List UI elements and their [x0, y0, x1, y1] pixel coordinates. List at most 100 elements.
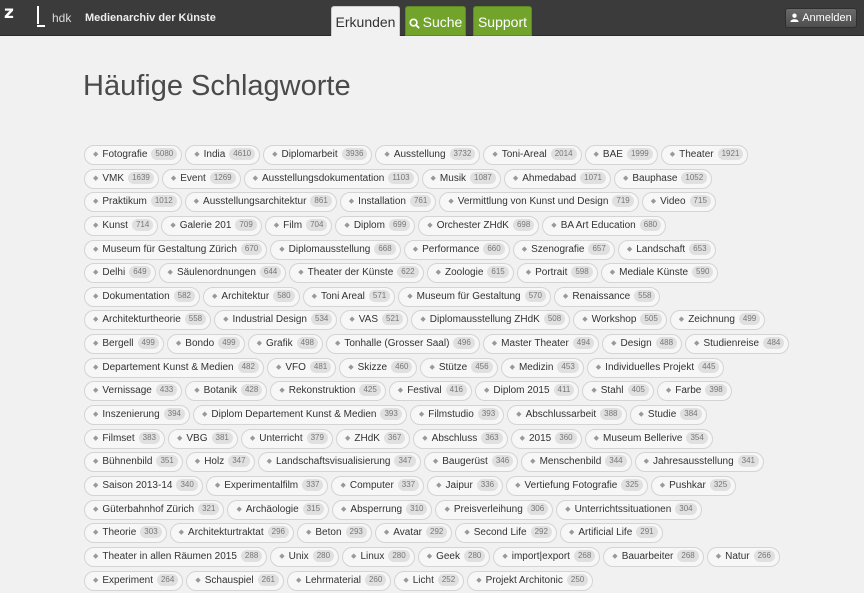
tag-link[interactable]: ◆ Holz 347 [185, 452, 255, 473]
tag-link[interactable]: ◆ Architekturtheorie 558 [84, 310, 212, 331]
tag-link[interactable]: ◆ Galerie 201 709 [161, 215, 262, 236]
tag-link[interactable]: ◆ Unix 280 [270, 546, 340, 567]
tag-link[interactable]: ◆ Museum Bellerive 354 [584, 428, 713, 449]
tag-link[interactable]: ◆ Theater der Künste 622 [289, 263, 424, 284]
tag-link[interactable]: ◆ Bondo 499 [166, 334, 245, 355]
tag-link[interactable]: ◆ Absperrung 310 [332, 499, 433, 520]
tag-link[interactable]: ◆ Landschaftsvisualisierung 347 [257, 452, 421, 473]
tag-link[interactable]: ◆ Zeichnung 499 [669, 310, 766, 331]
tag-link[interactable]: ◆ Praktikum 1012 [84, 192, 182, 213]
tag-link[interactable]: ◆ Bergell 499 [84, 334, 164, 355]
tag-link[interactable]: ◆ Unterrichtssituationen 304 [556, 499, 702, 520]
tag-link[interactable]: ◆ Architekturtraktat 296 [169, 523, 294, 544]
tag-link[interactable]: ◆ Event 1269 [161, 168, 241, 189]
tag-link[interactable]: ◆ Preisverleihung 306 [435, 499, 554, 520]
tag-link[interactable]: ◆ Bauphase 1052 [613, 168, 713, 189]
tag-link[interactable]: ◆ BA Art Education 680 [542, 215, 667, 236]
tag-link[interactable]: ◆ Skizze 460 [339, 357, 418, 378]
tag-link[interactable]: ◆ Theater 1921 [660, 145, 749, 165]
tag-link[interactable]: ◆ Rekonstruktion 425 [270, 381, 386, 402]
tag-link[interactable]: ◆ Orchester ZHdK 698 [418, 215, 540, 236]
tag-link[interactable]: ◆ Diplom Departement Kunst & Medien 393 [193, 405, 407, 426]
tag-link[interactable]: ◆ Menschenbild 344 [521, 452, 632, 473]
tag-link[interactable]: ◆ Delhi 649 [84, 263, 156, 284]
tag-link[interactable]: ◆ Filmset 383 [84, 428, 165, 449]
tag-link[interactable]: ◆ Jahresausstellung 341 [634, 452, 764, 473]
tag-link[interactable]: ◆ import|export 268 [493, 546, 601, 567]
tag-link[interactable]: ◆ Master Theater 494 [482, 334, 600, 355]
tag-link[interactable]: ◆ Projekt Architonic 250 [467, 570, 594, 591]
tag-link[interactable]: ◆ Diplom 699 [335, 215, 416, 236]
tag-link[interactable]: ◆ Vertiefung Fotografie 325 [506, 475, 648, 496]
tag-link[interactable]: ◆ Säulenordnungen 644 [158, 263, 287, 284]
tag-link[interactable]: ◆ VMK 1639 [84, 168, 159, 189]
tag-link[interactable]: ◆ Linux 280 [342, 546, 415, 567]
tag-link[interactable]: ◆ Saison 2013-14 340 [84, 475, 203, 496]
tag-link[interactable]: ◆ Video 715 [641, 192, 716, 213]
tag-link[interactable]: ◆ Computer 337 [331, 475, 425, 496]
tag-link[interactable]: ◆ Bauarbeiter 268 [603, 546, 704, 567]
tag-link[interactable]: ◆ Diplomarbeit 3936 [263, 145, 373, 165]
tag-link[interactable]: ◆ BAE 1999 [584, 145, 658, 165]
tag-link[interactable]: ◆ Ahmedabad 1071 [503, 168, 611, 189]
tag-link[interactable]: ◆ Zoologie 615 [426, 263, 514, 284]
tag-link[interactable]: ◆ Performance 660 [403, 239, 510, 260]
tag-link[interactable]: ◆ India 4610 [185, 145, 261, 165]
tag-link[interactable]: ◆ Individuelles Projekt 445 [586, 357, 725, 378]
tag-link[interactable]: ◆ Diplomausstellung 668 [270, 239, 401, 260]
tag-link[interactable]: ◆ Avatar 292 [374, 523, 453, 544]
tag-link[interactable]: ◆ VBG 381 [167, 428, 238, 449]
tag-link[interactable]: ◆ Vernissage 433 [84, 381, 183, 402]
tag-link[interactable]: ◆ Ausstellungsdokumentation 1103 [243, 168, 419, 189]
tag-link[interactable]: ◆ Toni-Areal 2014 [483, 145, 582, 165]
tag-link[interactable]: ◆ Festival 416 [388, 381, 472, 402]
login-button[interactable]: Anmelden [785, 8, 857, 28]
tag-link[interactable]: ◆ Portrait 598 [516, 263, 598, 284]
tag-link[interactable]: ◆ Ausstellung 3732 [375, 145, 481, 165]
tag-link[interactable]: ◆ Pushkar 325 [650, 475, 737, 496]
tag-link[interactable]: ◆ Jaipur 336 [427, 475, 504, 496]
tag-link[interactable]: ◆ Botanik 428 [185, 381, 268, 402]
tag-link[interactable]: ◆ Inszenierung 394 [84, 405, 191, 426]
tag-link[interactable]: ◆ Industrial Design 534 [214, 310, 338, 331]
tag-link[interactable]: ◆ Baugerüst 346 [423, 452, 519, 473]
logo-z[interactable]: z [4, 3, 14, 23]
tag-link[interactable]: ◆ Dokumentation 582 [84, 286, 201, 307]
tag-link[interactable]: ◆ Filmstudio 393 [409, 405, 505, 426]
tag-link[interactable]: ◆ ZHdK 367 [335, 428, 411, 449]
tag-link[interactable]: ◆ Departement Kunst & Medien 482 [84, 357, 264, 378]
tag-link[interactable]: ◆ Geek 280 [417, 546, 491, 567]
tag-link[interactable]: ◆ Artificial Life 291 [559, 523, 663, 544]
tag-link[interactable]: ◆ Güterbahnhof Zürich 321 [84, 499, 225, 520]
tag-link[interactable]: ◆ Licht 252 [394, 570, 465, 591]
tag-link[interactable]: ◆ Architektur 580 [203, 286, 300, 307]
tag-link[interactable]: ◆ Musik 1087 [421, 168, 501, 189]
tag-link[interactable]: ◆ Diplomausstellung ZHdK 508 [411, 310, 571, 331]
tag-link[interactable]: ◆ Archäologie 315 [227, 499, 330, 520]
tag-link[interactable]: ◆ Natur 266 [706, 546, 780, 567]
tag-link[interactable]: ◆ VFO 481 [266, 357, 337, 378]
tag-link[interactable]: ◆ Museum für Gestaltung Zürich 670 [84, 239, 268, 260]
tag-link[interactable]: ◆ Schauspiel 261 [186, 570, 284, 591]
tag-link[interactable]: ◆ Mediale Künste 590 [600, 263, 719, 284]
tag-link[interactable]: ◆ Theorie 303 [84, 523, 167, 544]
tag-link[interactable]: ◆ VAS 521 [340, 310, 409, 331]
tag-link[interactable]: ◆ Kunst 714 [84, 215, 159, 236]
tag-link[interactable]: ◆ Medizin 453 [500, 357, 584, 378]
tag-link[interactable]: ◆ Beton 293 [297, 523, 372, 544]
tag-link[interactable]: ◆ Diplom 2015 411 [475, 381, 580, 402]
tag-link[interactable]: ◆ Grafik 498 [247, 334, 323, 355]
tab-erkunden[interactable]: Erkunden [331, 6, 400, 36]
tab-suche[interactable]: Suche [405, 6, 466, 36]
tag-link[interactable]: ◆ Experimentalfilm 337 [205, 475, 329, 496]
tag-link[interactable]: ◆ Theater in allen Räumen 2015 288 [84, 546, 268, 567]
tag-link[interactable]: ◆ Vermittlung von Kunst und Design 719 [439, 192, 639, 213]
tag-link[interactable]: ◆ Farbe 398 [656, 381, 732, 402]
tag-link[interactable]: ◆ Tonhalle (Grosser Saal) 496 [325, 334, 480, 355]
tag-link[interactable]: ◆ Studie 384 [629, 405, 707, 426]
tag-link[interactable]: ◆ Abschlussarbeit 388 [507, 405, 627, 426]
tag-link[interactable]: ◆ Fotografie 5080 [84, 145, 183, 165]
logo-hdk[interactable]: hdk [52, 11, 71, 25]
tag-link[interactable]: ◆ Stütze 456 [420, 357, 498, 378]
tag-link[interactable]: ◆ Abschluss 363 [413, 428, 508, 449]
